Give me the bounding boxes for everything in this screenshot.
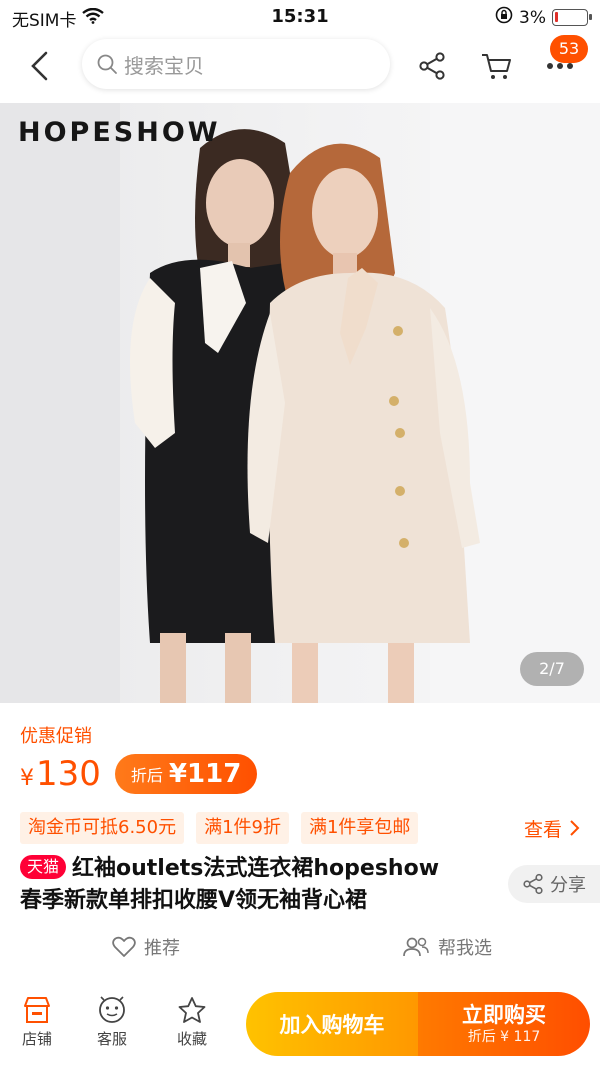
coupon-row[interactable]: 淘金币可抵6.50元 满1件9折 满1件享包邮 查看 — [20, 812, 590, 844]
price-row: ¥ 130 折后 ¥117 — [20, 752, 258, 796]
recommend-button[interactable]: 推荐 — [112, 934, 180, 960]
chevron-left-icon — [31, 51, 48, 81]
see-more-label: 查看 — [523, 818, 562, 841]
tab-store[interactable]: 店铺 — [10, 996, 64, 1049]
add-to-cart-button[interactable]: 加入购物车 — [246, 992, 418, 1056]
tab-customer-service-label: 客服 — [96, 1030, 127, 1048]
more-dots-icon — [547, 63, 573, 69]
tab-customer-service[interactable]: 客服 — [85, 996, 139, 1049]
battery-icon — [552, 9, 592, 26]
chat-bubble-icon — [99, 996, 125, 1023]
tmall-tag: 天猫 — [20, 855, 67, 879]
promo-label: 优惠促销 — [20, 726, 92, 747]
buy-now-sub-label: 折后 ¥ 117 — [467, 1029, 541, 1045]
status-right-group: 3% — [495, 6, 592, 29]
cart-badge: 53 — [550, 35, 588, 63]
store-icon — [24, 997, 50, 1023]
status-bar: 无SIM卡 15:31 3% — [0, 0, 600, 34]
product-photo — [0, 103, 600, 703]
share-nav-button[interactable] — [412, 46, 452, 86]
coupon-tag: 满1件9折 — [196, 812, 289, 844]
chevron-right-icon — [570, 820, 580, 836]
heart-icon — [112, 936, 136, 957]
share-icon — [419, 52, 445, 80]
search-placeholder: 搜索宝贝 — [124, 53, 204, 78]
help-choose-label: 帮我选 — [438, 938, 492, 959]
sub-actions: 推荐 帮我选 — [0, 934, 600, 970]
image-page-indicator: 2/7 — [520, 652, 584, 686]
product-price: ¥ 130 — [20, 754, 101, 794]
coupon-tag: 满1件享包邮 — [300, 812, 419, 844]
share-button[interactable]: 分享 — [508, 865, 600, 903]
cta-group: 加入购物车 立即购买 折后 ¥ 117 — [246, 992, 590, 1056]
nav-bar: 搜索宝贝 53 — [0, 34, 600, 98]
cart-icon — [482, 54, 511, 79]
buy-now-button[interactable]: 立即购买 折后 ¥ 117 — [418, 992, 590, 1056]
brand-logo: HOPESHOW — [18, 117, 221, 148]
search-icon — [97, 54, 117, 74]
battery-percent: 3% — [519, 7, 546, 28]
tab-favorite[interactable]: 收藏 — [165, 996, 219, 1049]
share-label: 分享 — [550, 875, 586, 896]
discount-label: 折后 — [130, 766, 163, 785]
see-more-link[interactable]: 查看 — [524, 812, 580, 844]
tab-store-label: 店铺 — [21, 1030, 52, 1048]
help-choose-button[interactable]: 帮我选 — [402, 934, 492, 960]
share-icon — [523, 873, 543, 895]
back-button[interactable] — [22, 48, 58, 84]
buy-now-label: 立即购买 — [462, 1003, 546, 1027]
currency-symbol: ¥ — [20, 766, 34, 791]
recommend-label: 推荐 — [144, 938, 180, 959]
product-title-line2: 春季新款单排扣收腰V领无袖背心裙 — [20, 888, 368, 913]
product-image-gallery[interactable]: HOPESHOW 2/7 — [0, 103, 600, 703]
star-icon — [178, 997, 206, 1023]
discount-price-pill: 折后 ¥117 — [114, 754, 258, 794]
product-title: 天猫 红袖outlets法式连衣裙hopeshow 春季新款单排扣收腰V领无袖背心… — [20, 853, 500, 917]
rotation-lock-icon — [495, 6, 513, 29]
search-input[interactable]: 搜索宝贝 — [82, 39, 390, 89]
discount-value: ¥117 — [168, 759, 242, 789]
bottom-action-bar: 店铺 客服 收藏 加入购物车 立即购买 折后 ¥ 117 — [0, 984, 600, 1067]
product-title-line1: 红袖outlets法式连衣裙hopeshow — [72, 856, 440, 881]
cart-nav-button[interactable] — [476, 46, 516, 86]
people-icon — [403, 937, 429, 957]
coupon-tag: 淘金币可抵6.50元 — [20, 812, 185, 844]
tab-favorite-label: 收藏 — [176, 1030, 207, 1048]
price-value: 130 — [36, 754, 101, 794]
